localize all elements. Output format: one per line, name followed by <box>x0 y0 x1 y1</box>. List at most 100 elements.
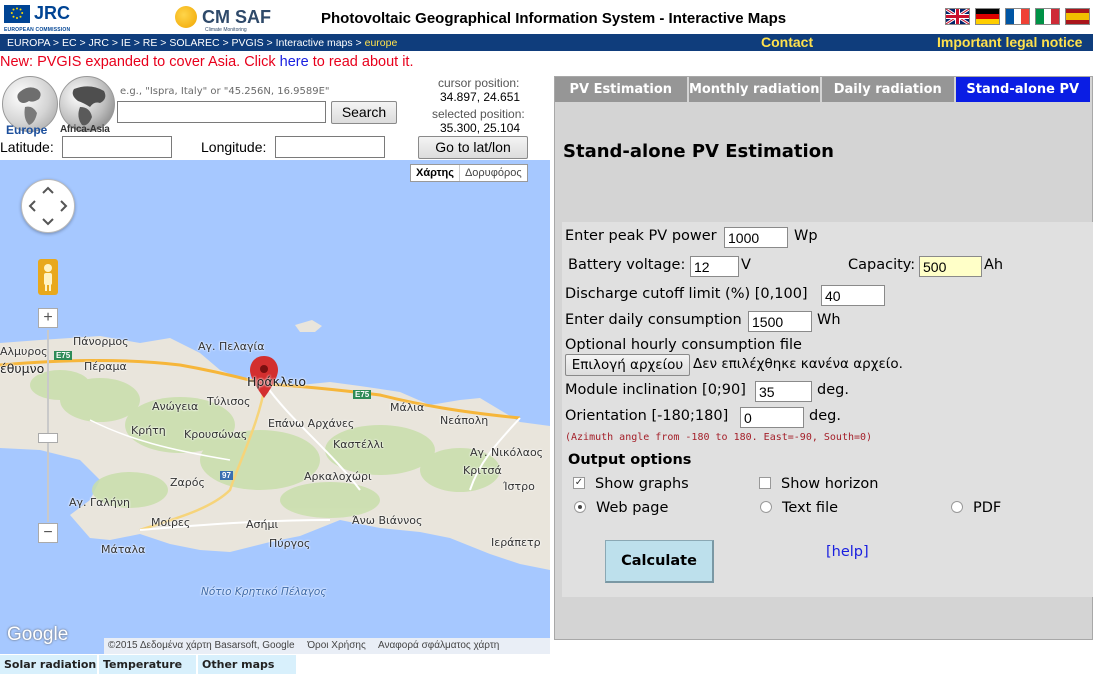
place-label: Ζαρός <box>170 476 205 489</box>
tab-pv-estimation[interactable]: PV Estimation <box>555 77 687 102</box>
place-label: Ανώγεια <box>152 400 199 413</box>
map-tab-temperature[interactable]: Temperature <box>99 655 196 674</box>
breadcrumb-separator: > <box>352 37 365 49</box>
legal-notice-link[interactable]: Important legal notice <box>937 34 1082 50</box>
breadcrumb-item[interactable]: SOLAREC <box>169 37 219 49</box>
peak-power-input[interactable] <box>724 227 788 248</box>
place-label: Κρήτη <box>131 424 166 437</box>
show-horizon-checkbox[interactable] <box>759 477 771 489</box>
pan-right-icon <box>60 200 68 212</box>
azimuth-note: (Azimuth angle from -180 to 180. East=-9… <box>565 432 873 443</box>
cursor-position-label: cursor position: <box>438 76 520 90</box>
breadcrumb-item[interactable]: RE <box>143 37 158 49</box>
zoom-in-button[interactable]: + <box>38 308 58 328</box>
text-file-label: Text file <box>782 500 839 516</box>
breadcrumb-item[interactable]: IE <box>121 37 131 49</box>
map[interactable]: Χάρτης Δορυφόρος + − Πάνορμος Πέραμα Αλμ… <box>0 160 550 654</box>
tab-stand-alone-pv[interactable]: Stand-alone PV <box>955 77 1090 102</box>
choose-file-button[interactable]: Επιλογή αρχείου <box>565 354 690 376</box>
output-options-heading: Output options <box>568 452 692 468</box>
capacity-unit: Ah <box>984 257 1004 273</box>
breadcrumb-item[interactable]: JRC <box>89 37 109 49</box>
search-input[interactable] <box>117 101 326 123</box>
place-label: Ασήμι <box>246 518 279 531</box>
place-label: Μοίρες <box>151 516 191 529</box>
orientation-unit: deg. <box>809 408 841 424</box>
web-page-label: Web page <box>596 500 669 516</box>
french-flag-icon[interactable] <box>1005 8 1030 25</box>
latitude-label: Latitude: <box>0 139 54 155</box>
street-view-pegman-icon[interactable] <box>38 259 58 295</box>
africa-asia-label[interactable]: Africa-Asia <box>60 124 110 135</box>
discharge-cutoff-label: Discharge cutoff limit (%) [0,100] <box>565 286 808 302</box>
map-report-error-link[interactable]: Αναφορά σφάλματος χάρτη <box>378 640 499 651</box>
daily-consumption-label: Enter daily consumption <box>565 312 742 328</box>
breadcrumb-current: europe <box>364 37 398 49</box>
pan-control[interactable] <box>21 179 75 233</box>
news-link[interactable]: here <box>280 54 309 70</box>
german-flag-icon[interactable] <box>975 8 1000 25</box>
capacity-input[interactable] <box>919 256 982 277</box>
breadcrumb-item[interactable]: EUROPA <box>7 37 50 49</box>
map-tab-other-maps[interactable]: Other maps <box>198 655 296 674</box>
file-status: Δεν επιλέχθηκε κανένα αρχείο. <box>693 356 903 372</box>
sun-icon <box>175 6 197 28</box>
road-shield: E75 <box>353 390 372 399</box>
search-hint: e.g., "Ispra, Italy" or "45.256N, 16.958… <box>120 86 330 97</box>
spanish-flag-icon[interactable] <box>1065 8 1090 25</box>
jrc-logo-text: JRC <box>34 3 71 23</box>
daily-consumption-input[interactable] <box>748 311 812 332</box>
breadcrumb-separator: > <box>108 37 121 49</box>
pdf-radio[interactable] <box>951 501 963 513</box>
site-title: Photovoltaic Geographical Information Sy… <box>321 10 787 27</box>
italian-flag-icon[interactable] <box>1035 8 1060 25</box>
help-link[interactable]: [help] <box>826 544 869 560</box>
cmsaf-logo-subtitle: Climate Monitoring <box>205 27 247 33</box>
map-terms-link[interactable]: Όροι Χρήσης <box>307 640 365 651</box>
place-label: Αρκαλοχώρι <box>304 470 372 483</box>
tab-daily-radiation[interactable]: Daily radiation <box>822 77 954 102</box>
orientation-input[interactable] <box>740 407 804 428</box>
inclination-label: Module inclination [0;90] <box>565 382 746 398</box>
cmsaf-logo[interactable]: CM SAF Climate Monitoring <box>175 4 275 33</box>
map-tab-solar-radiation[interactable]: Solar radiation <box>0 655 97 674</box>
latitude-input[interactable] <box>62 136 172 158</box>
pdf-label: PDF <box>973 500 1002 516</box>
jrc-logo[interactable]: JRC EUROPEAN COMMISSION <box>2 3 72 33</box>
tab-monthly-radiation[interactable]: Monthly radiation <box>688 77 820 102</box>
place-label: Αγ. Πελαγία <box>198 340 265 353</box>
road-shield: 97 <box>220 471 233 480</box>
place-label: Νεάπολη <box>440 414 489 427</box>
show-graphs-checkbox[interactable]: ✓ <box>573 477 585 489</box>
breadcrumb[interactable]: EUROPA > EC > JRC > IE > RE > SOLAREC > … <box>7 37 397 49</box>
breadcrumb-item[interactable]: Interactive maps <box>276 37 353 49</box>
inclination-input[interactable] <box>755 381 812 402</box>
map-type-map-button[interactable]: Χάρτης <box>411 165 459 181</box>
text-file-radio[interactable] <box>760 501 772 513</box>
place-label: Ιεράπετρ <box>491 536 541 549</box>
place-label: Μάταλα <box>101 543 146 556</box>
calculate-button[interactable]: Calculate <box>605 540 714 583</box>
english-flag-icon[interactable] <box>945 7 970 26</box>
place-label: Ηράκλειο <box>247 374 306 389</box>
place-label: Αλμυρος <box>0 345 48 358</box>
discharge-cutoff-input[interactable] <box>821 285 885 306</box>
show-graphs-label: Show graphs <box>595 476 689 492</box>
search-button[interactable]: Search <box>331 101 397 124</box>
eu-flag-icon <box>4 5 30 23</box>
daily-consumption-unit: Wh <box>817 312 841 328</box>
breadcrumb-item[interactable]: EC <box>62 37 77 49</box>
web-page-radio[interactable] <box>574 501 586 513</box>
europe-label[interactable]: Europe <box>6 123 47 137</box>
zoom-slider-track[interactable] <box>47 330 49 522</box>
map-type-satellite-button[interactable]: Δορυφόρος <box>458 165 527 181</box>
map-copyright: ©2015 Δεδομένα χάρτη Basarsoft, Google <box>108 640 295 651</box>
news-text-end: to read about it. <box>308 54 414 70</box>
longitude-input[interactable] <box>275 136 385 158</box>
go-to-lat-lon-button[interactable]: Go to lat/lon <box>418 136 528 159</box>
contact-link[interactable]: Contact <box>761 34 813 50</box>
zoom-slider-handle[interactable] <box>38 433 58 443</box>
zoom-out-button[interactable]: − <box>38 523 58 543</box>
breadcrumb-item[interactable]: PVGIS <box>232 37 264 49</box>
battery-voltage-input[interactable] <box>690 256 739 277</box>
